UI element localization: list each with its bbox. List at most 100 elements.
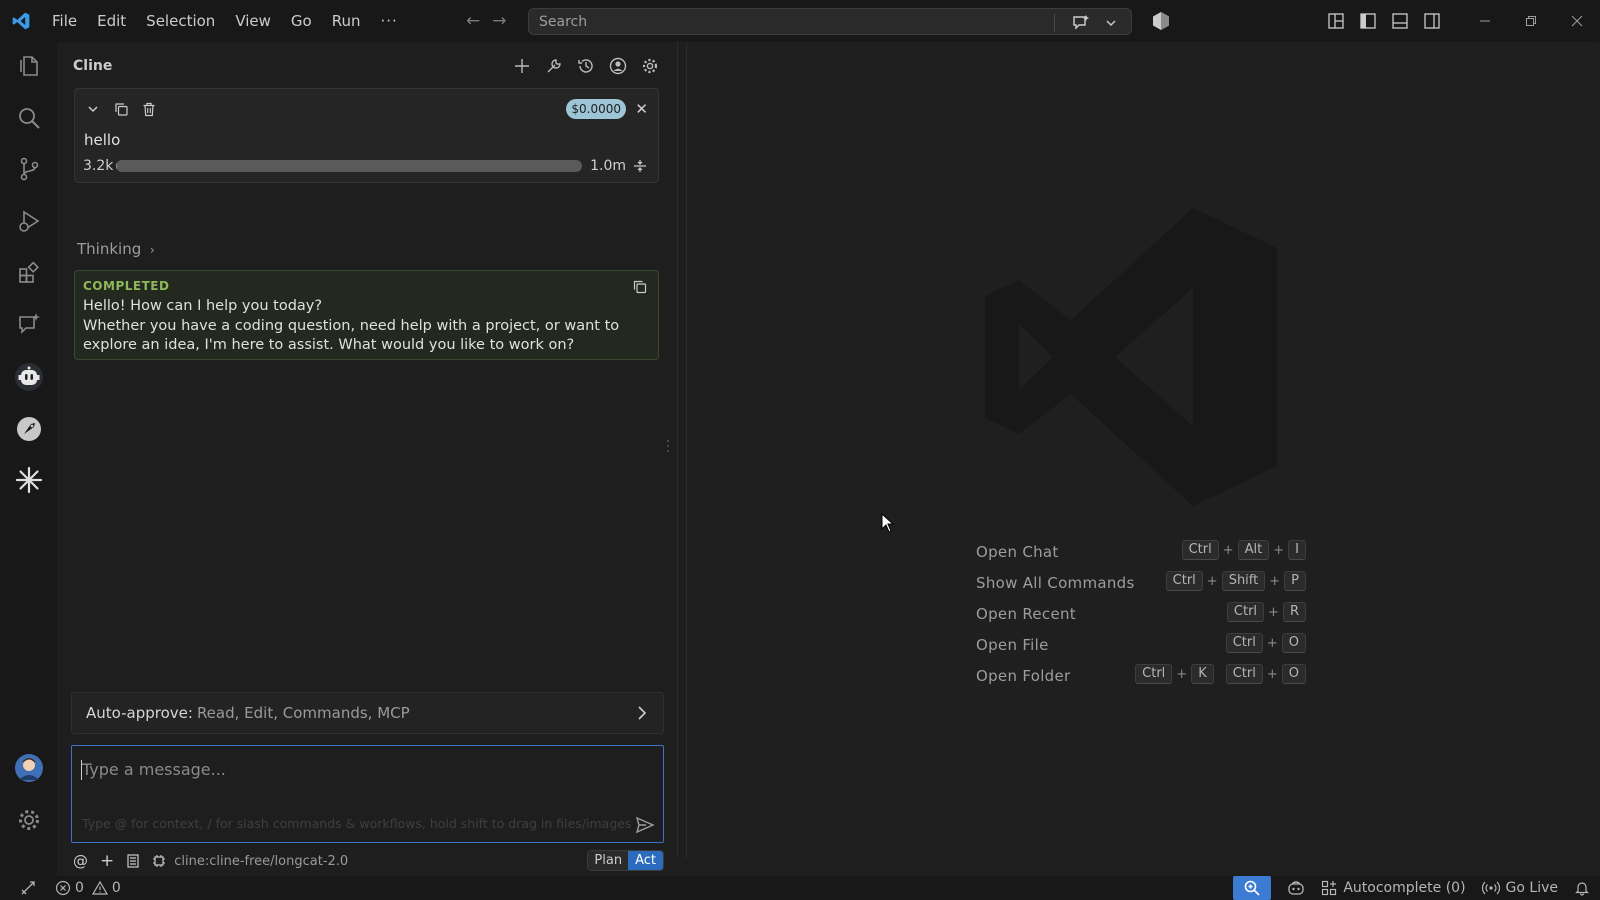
source-control-icon[interactable] — [8, 148, 49, 189]
key: Ctrl — [1181, 540, 1219, 560]
shortcut-open-folder[interactable]: Open Folder Ctrl + K Ctrl + O — [976, 660, 1306, 691]
auto-approve-bar[interactable]: Auto-approve: Read, Edit, Commands, MCP — [71, 692, 664, 734]
delete-task-icon[interactable] — [141, 101, 157, 117]
panel-settings-icon[interactable] — [639, 55, 661, 77]
customize-layout-icon[interactable] — [1326, 11, 1346, 31]
model-provider-icon[interactable] — [152, 854, 166, 868]
menu-more[interactable]: ··· — [371, 0, 408, 42]
mouse-pointer-icon — [881, 513, 895, 533]
account-icon[interactable] — [607, 55, 629, 77]
plan-mode-button[interactable]: Plan — [588, 851, 629, 870]
new-task-icon[interactable] — [511, 55, 533, 77]
key: Shift — [1221, 571, 1266, 591]
problems-indicator[interactable]: 0 0 — [55, 880, 121, 896]
go-live-label: Go Live — [1505, 880, 1558, 896]
collapse-chevron-icon[interactable] — [85, 101, 101, 117]
copilot-icon[interactable] — [1151, 11, 1171, 31]
chat-sparkle-icon[interactable] — [8, 303, 49, 344]
autocomplete-label: Autocomplete (0) — [1343, 880, 1466, 896]
forward-arrow-icon[interactable]: → — [492, 11, 506, 31]
panel-title: Cline — [73, 58, 113, 74]
activity-bar — [0, 42, 57, 878]
menu-file[interactable]: File — [42, 0, 87, 42]
menu-go[interactable]: Go — [281, 0, 322, 42]
shortcut-open-chat[interactable]: Open Chat Ctrl + Alt + I — [976, 536, 1306, 567]
history-icon[interactable] — [575, 55, 597, 77]
shortcut-label: Open Chat — [976, 542, 1059, 561]
shortcut-open-file[interactable]: Open File Ctrl + O — [976, 629, 1306, 660]
completion-line-2: Whether you have a coding question, need… — [83, 317, 620, 354]
search-icon[interactable] — [8, 97, 49, 138]
chevron-down-icon[interactable] — [1101, 13, 1121, 33]
cline-robot-icon[interactable] — [8, 356, 49, 397]
completion-text: Hello! How can I help you today? Whether… — [83, 297, 646, 356]
asterisk-icon[interactable] — [8, 459, 49, 500]
add-plus-icon[interactable]: + — [100, 851, 114, 871]
shortcut-show-all-commands[interactable]: Show All Commands Ctrl + Shift + P — [976, 567, 1306, 598]
cost-badge: $0.0000 — [566, 99, 626, 119]
copy-task-icon[interactable] — [113, 101, 129, 117]
toggle-primary-sidebar-icon[interactable] — [1358, 11, 1378, 31]
command-center-search[interactable]: Search — [528, 8, 1132, 35]
chat-toggle-icon[interactable] — [1071, 13, 1091, 33]
status-bar: 0 0 Autocomplete (0) Go Live — [0, 876, 1600, 900]
close-task-icon[interactable]: ✕ — [635, 99, 648, 119]
error-icon — [55, 880, 71, 896]
shortcut-label: Open Folder — [976, 666, 1071, 685]
key: P — [1284, 571, 1306, 591]
thinking-label: Thinking — [77, 240, 142, 258]
menu-run[interactable]: Run — [322, 0, 371, 42]
completion-line-1: Hello! How can I help you today? — [83, 298, 323, 314]
shortcut-open-recent[interactable]: Open Recent Ctrl + R — [976, 598, 1306, 629]
menu-edit[interactable]: Edit — [87, 0, 136, 42]
remote-indicator-icon[interactable] — [0, 876, 55, 900]
act-mode-button[interactable]: Act — [628, 851, 663, 870]
mcp-tools-icon[interactable] — [543, 55, 565, 77]
account-avatar-icon[interactable] — [8, 747, 49, 788]
context-used: 3.2k — [83, 158, 114, 174]
zoom-icon[interactable] — [1233, 876, 1272, 900]
warning-count: 0 — [111, 880, 121, 896]
rocket-icon[interactable] — [8, 408, 49, 449]
task-header-card: $0.0000 ✕ hello 3.2k 1.0m — [74, 88, 659, 183]
toggle-panel-icon[interactable] — [1390, 11, 1410, 31]
menu-bar: File Edit Selection View Go Run ··· — [42, 0, 408, 42]
go-live-button[interactable]: Go Live — [1481, 880, 1558, 896]
key: Ctrl — [1226, 602, 1265, 622]
settings-gear-icon[interactable] — [8, 799, 49, 840]
toggle-secondary-sidebar-icon[interactable] — [1422, 11, 1442, 31]
context-max: 1.0m — [590, 158, 626, 174]
model-selector[interactable]: cline:cline-free/longcat-2.0 — [174, 854, 348, 869]
send-icon[interactable] — [635, 816, 655, 834]
chevron-right-icon: › — [146, 243, 155, 257]
restore-icon[interactable] — [1508, 0, 1554, 42]
autocomplete-status[interactable]: Autocomplete (0) — [1321, 880, 1466, 896]
completion-result-card: COMPLETED Hello! How can I help you toda… — [74, 270, 659, 360]
notifications-bell-icon[interactable] — [1574, 880, 1590, 896]
shortcut-label: Show All Commands — [976, 573, 1135, 592]
copilot-status-icon[interactable] — [1287, 880, 1305, 896]
input-footer: @ + cline:cline-free/longcat-2.0 Plan Ac… — [71, 850, 664, 872]
copy-result-icon[interactable] — [632, 279, 648, 295]
extensions-icon[interactable] — [8, 252, 49, 293]
input-placeholder: Type a message... — [82, 760, 226, 779]
key: Ctrl — [1225, 664, 1263, 684]
minimize-icon[interactable] — [1462, 0, 1508, 42]
mention-at-icon[interactable]: @ — [73, 852, 88, 870]
panel-resize-sash[interactable] — [666, 438, 670, 454]
compact-context-icon[interactable] — [632, 158, 648, 174]
files-icon[interactable] — [8, 44, 49, 85]
menu-selection[interactable]: Selection — [136, 0, 225, 42]
run-debug-icon[interactable] — [8, 200, 49, 241]
menu-view[interactable]: View — [225, 0, 281, 42]
input-hint: Type @ for context, / for slash commands… — [82, 816, 632, 831]
close-window-icon[interactable] — [1554, 0, 1600, 42]
auto-approve-label: Auto-approve: — [86, 704, 193, 722]
editor-area: Open Chat Ctrl + Alt + I Show All Commands… — [686, 42, 1592, 858]
thinking-toggle[interactable]: Thinking › — [77, 240, 155, 258]
message-input[interactable]: Type a message... Type @ for context, / … — [71, 745, 664, 843]
back-arrow-icon[interactable]: ← — [466, 11, 480, 31]
rules-icon[interactable] — [126, 854, 140, 868]
completed-label: COMPLETED — [83, 279, 170, 293]
vscode-watermark-icon — [979, 202, 1279, 512]
